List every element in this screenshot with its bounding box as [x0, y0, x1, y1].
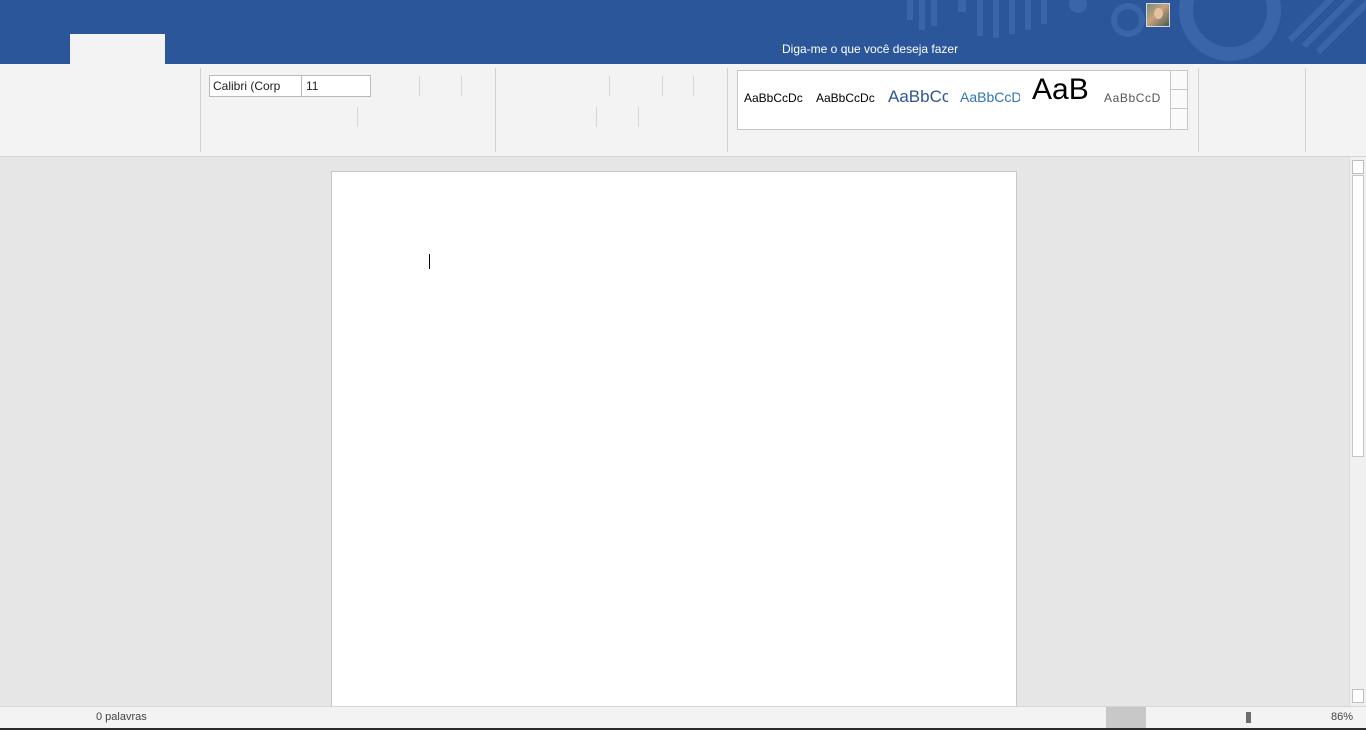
scroll-down-button[interactable] [1352, 689, 1364, 703]
ribbon-divider [609, 76, 610, 96]
ribbon-divider [662, 76, 663, 96]
word-count[interactable]: 0 palavras [96, 711, 147, 723]
text-cursor [429, 254, 430, 269]
tell-me-search[interactable]: Diga-me o que você deseja fazer [782, 41, 958, 57]
tab-home[interactable] [70, 34, 165, 64]
ribbon-separator [727, 68, 728, 152]
ribbon-separator [495, 68, 496, 152]
style-normal-label: AaBbCcDc [744, 91, 803, 105]
style-title[interactable]: AaB [1032, 71, 1092, 129]
style-heading-2[interactable]: AaBbCcD [960, 71, 1020, 129]
vertical-scrollbar[interactable] [1349, 157, 1366, 706]
title-bar-decoration [907, 0, 1366, 61]
print-layout-button[interactable] [1106, 707, 1146, 728]
word-window: Diga-me o que você deseja fazer Calibri … [0, 0, 1366, 730]
title-bar: Diga-me o que você deseja fazer [0, 0, 1366, 64]
ribbon-divider [638, 107, 639, 127]
zoom-slider-thumb[interactable] [1246, 712, 1251, 723]
ribbon: Calibri (Corp 11 AaBbCcDc AaBbCcDc AaBbC… [0, 64, 1366, 157]
scrollbar-thumb[interactable] [1352, 175, 1364, 457]
font-size-combobox[interactable]: 11 [301, 75, 371, 97]
ribbon-separator [1198, 68, 1199, 152]
style-no-spacing[interactable]: AaBbCcDc [816, 71, 876, 129]
styles-scroll-up-button[interactable] [1171, 71, 1187, 90]
status-bar: 0 palavras 86% [0, 706, 1366, 730]
ribbon-divider [461, 76, 462, 96]
font-name-combobox[interactable]: Calibri (Corp [209, 75, 302, 97]
styles-scroll-down-button[interactable] [1171, 90, 1187, 109]
zoom-level[interactable]: 86% [1331, 711, 1353, 723]
user-avatar[interactable] [1146, 3, 1170, 27]
styles-gallery: AaBbCcDc AaBbCcDc AaBbCc AaBbCcD AaB AaB… [737, 70, 1188, 130]
styles-more-button[interactable] [1171, 109, 1187, 128]
style-subtitle[interactable]: AaBbCcD [1104, 71, 1164, 129]
ribbon-divider [693, 76, 694, 96]
ribbon-separator [200, 68, 201, 152]
style-no-spacing-label: AaBbCcDc [816, 91, 875, 105]
style-title-label: AaB [1032, 73, 1089, 106]
ribbon-divider [419, 76, 420, 96]
ribbon-divider [357, 107, 358, 127]
document-area[interactable] [0, 157, 1349, 706]
document-page[interactable] [331, 171, 1017, 706]
style-heading-1[interactable]: AaBbCc [888, 71, 948, 129]
styles-gallery-scroll [1170, 71, 1187, 129]
style-heading-1-label: AaBbCc [888, 87, 948, 106]
style-normal[interactable]: AaBbCcDc [744, 71, 804, 129]
style-subtitle-label: AaBbCcD [1104, 91, 1161, 105]
ribbon-divider [596, 107, 597, 127]
style-heading-2-label: AaBbCcD [960, 89, 1020, 105]
scroll-up-button[interactable] [1352, 160, 1364, 174]
ribbon-separator [1305, 68, 1306, 152]
